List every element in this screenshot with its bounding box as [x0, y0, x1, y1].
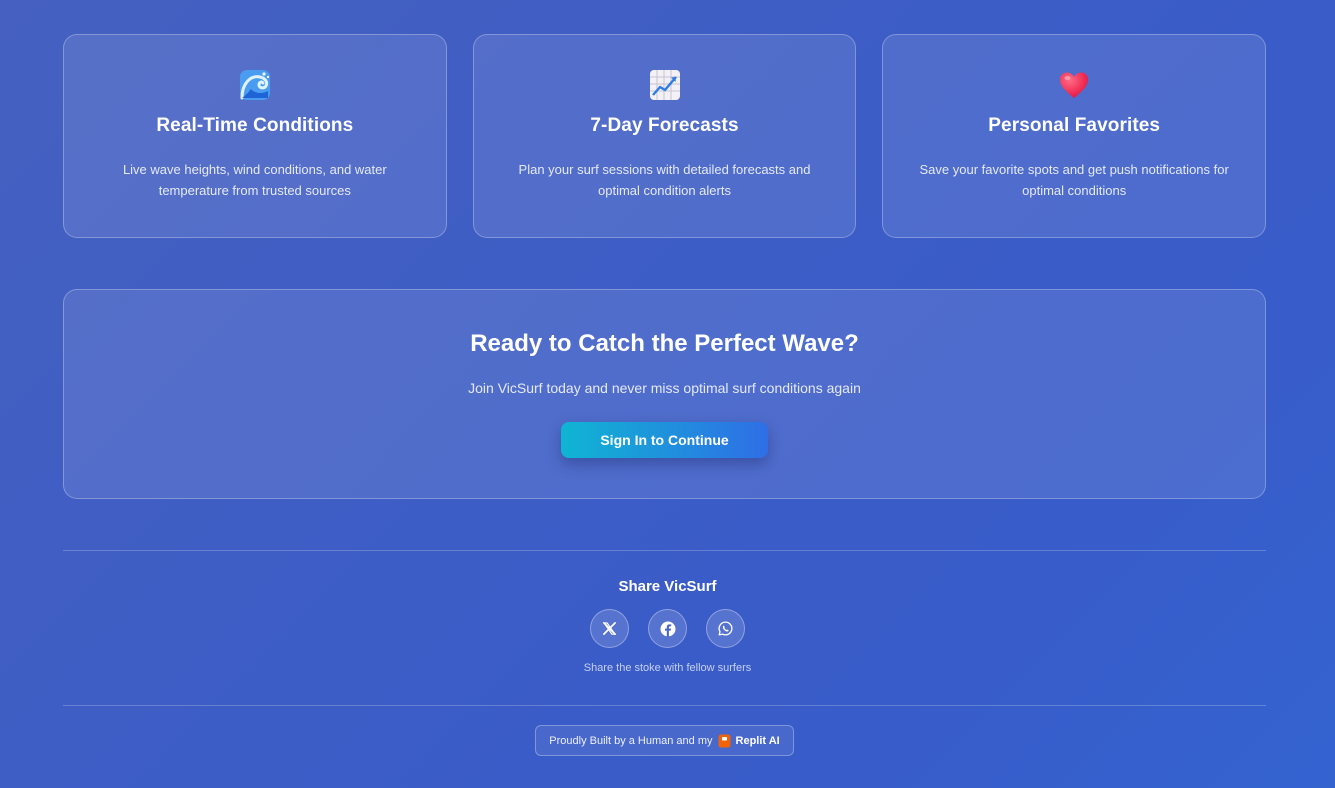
feature-description: Live wave heights, wind conditions, and … — [122, 162, 387, 198]
built-by-text: Proudly Built by a Human and my — [549, 734, 713, 747]
feature-card-favorites: Personal Favorites Save your favorite sp… — [882, 34, 1267, 238]
feature-title: 7-Day Forecasts — [590, 115, 739, 136]
built-by-badge[interactable]: Proudly Built by a Human and my Replit A… — [535, 725, 794, 756]
feature-title: Personal Favorites — [988, 115, 1161, 136]
chart-increasing-icon — [649, 70, 680, 100]
share-buttons — [0, 609, 1335, 648]
replit-brand: Replit AI — [735, 734, 780, 747]
wave-icon — [239, 70, 270, 100]
share-section: Share VicSurf Share the stoke with fello… — [0, 578, 1335, 674]
feature-card-forecasts: 7-Day Forecasts Plan your surf sessions … — [472, 34, 857, 238]
cta-subtitle: Join VicSurf today and never miss optima… — [468, 380, 861, 396]
share-whatsapp-button[interactable] — [706, 609, 745, 648]
cta-panel: Ready to Catch the Perfect Wave? Join Vi… — [63, 289, 1266, 499]
sign-in-button[interactable]: Sign In to Continue — [561, 422, 768, 458]
heart-icon — [1060, 72, 1089, 98]
whatsapp-icon — [718, 621, 733, 636]
facebook-icon — [660, 621, 675, 637]
feature-description: Plan your surf sessions with detailed fo… — [518, 162, 811, 198]
share-x-button[interactable] — [590, 609, 629, 648]
divider — [63, 550, 1266, 551]
share-facebook-button[interactable] — [648, 609, 687, 648]
cta-title: Ready to Catch the Perfect Wave? — [470, 330, 859, 357]
features-row: Real-Time Conditions Live wave heights, … — [63, 34, 1267, 238]
divider — [63, 705, 1266, 706]
feature-card-real-time: Real-Time Conditions Live wave heights, … — [63, 34, 447, 238]
share-caption: Share the stoke with fellow surfers — [583, 662, 752, 674]
feature-title: Real-Time Conditions — [156, 115, 354, 136]
replit-icon — [718, 734, 731, 747]
share-title: Share VicSurf — [618, 578, 717, 595]
feature-description: Save your favorite spots and get push no… — [919, 162, 1229, 198]
x-icon — [602, 622, 617, 635]
